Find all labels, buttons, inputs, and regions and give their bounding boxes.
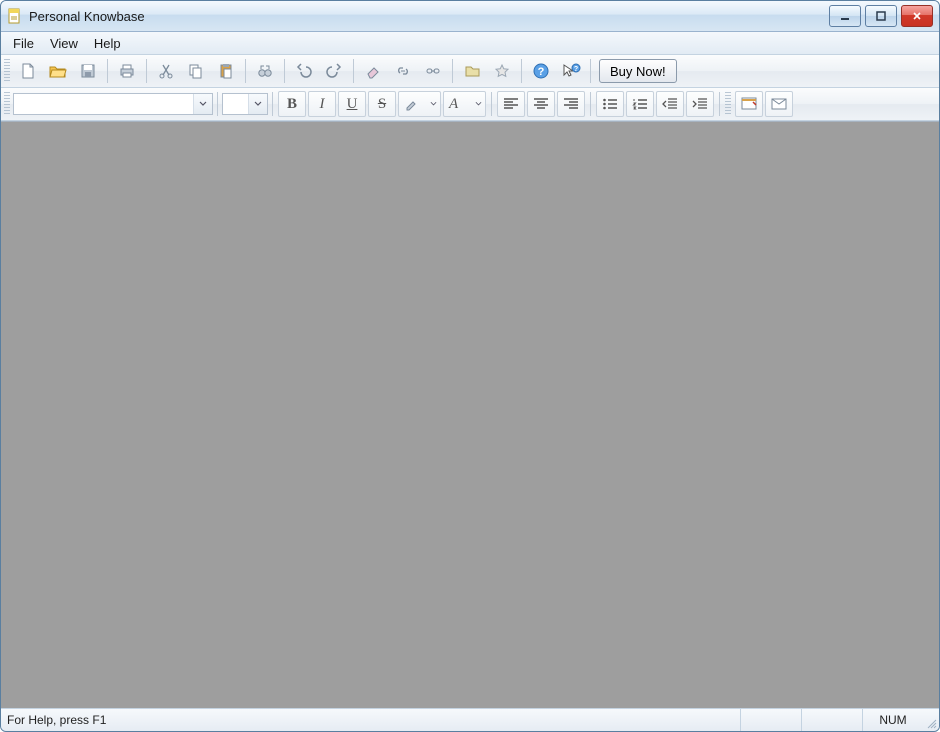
star-icon [493, 62, 511, 80]
numbers-icon [632, 97, 648, 111]
save-button[interactable] [74, 57, 102, 85]
svg-text:?: ? [538, 66, 545, 78]
image-icon [740, 96, 758, 112]
undo-button[interactable] [290, 57, 318, 85]
align-right-button[interactable] [557, 91, 585, 117]
svg-text:?: ? [574, 66, 578, 73]
underline-button[interactable]: U [338, 91, 366, 117]
font-color-icon: A [449, 96, 458, 113]
status-num: NUM [862, 709, 923, 731]
outdent-icon [662, 97, 678, 111]
cut-button[interactable] [152, 57, 180, 85]
bullets-icon [602, 97, 618, 111]
align-left-icon [503, 97, 519, 111]
main-toolbar: ? ? Buy Now! [1, 55, 939, 88]
maximize-button[interactable] [865, 5, 897, 27]
menu-view[interactable]: View [42, 32, 86, 54]
align-center-button[interactable] [527, 91, 555, 117]
context-help-button[interactable]: ? [557, 57, 585, 85]
insert-image-button[interactable] [735, 91, 763, 117]
help-button[interactable]: ? [527, 57, 555, 85]
strikethrough-button[interactable]: S [368, 91, 396, 117]
insert-object-button[interactable] [765, 91, 793, 117]
app-window: Personal Knowbase File View Help [0, 0, 940, 732]
paste-icon [217, 62, 235, 80]
menubar: File View Help [1, 32, 939, 55]
buy-now-button[interactable]: Buy Now! [599, 59, 677, 83]
undo-icon [295, 62, 313, 80]
strike-icon: S [378, 96, 386, 113]
titlebar: Personal Knowbase [1, 1, 939, 32]
cut-icon [157, 62, 175, 80]
outdent-button[interactable] [656, 91, 684, 117]
new-file-icon [19, 62, 37, 80]
envelope-icon [770, 96, 788, 112]
attach-button[interactable] [389, 57, 417, 85]
close-button[interactable] [901, 5, 933, 27]
number-list-button[interactable] [626, 91, 654, 117]
toolbar-grip[interactable] [725, 92, 731, 116]
italic-button[interactable]: I [308, 91, 336, 117]
chevron-down-icon [248, 94, 267, 114]
resize-grip[interactable] [923, 709, 939, 731]
find-button[interactable] [251, 57, 279, 85]
toolbar-grip[interactable] [4, 92, 10, 116]
format-toolbar: B I U S A [1, 88, 939, 121]
help-icon: ? [532, 62, 550, 80]
copy-icon [187, 62, 205, 80]
delete-button[interactable] [359, 57, 387, 85]
status-panel [801, 709, 862, 731]
minimize-button[interactable] [829, 5, 861, 27]
bold-icon: B [287, 96, 297, 113]
app-icon [7, 8, 23, 24]
binoculars-icon [256, 62, 274, 80]
chevron-down-icon [475, 96, 482, 113]
open-folder-icon [48, 62, 68, 80]
chevron-down-icon [193, 94, 212, 114]
redo-icon [325, 62, 343, 80]
highlighter-icon [404, 97, 418, 111]
redo-button[interactable] [320, 57, 348, 85]
indent-icon [692, 97, 708, 111]
menu-file[interactable]: File [5, 32, 42, 54]
bullet-list-button[interactable] [596, 91, 624, 117]
pointer-help-icon: ? [561, 62, 581, 80]
statusbar: For Help, press F1 NUM [1, 708, 939, 731]
hyperlink-button[interactable] [419, 57, 447, 85]
folder-button[interactable] [458, 57, 486, 85]
highlight-color-button[interactable] [398, 91, 441, 117]
indent-button[interactable] [686, 91, 714, 117]
open-button[interactable] [44, 57, 72, 85]
link-icon [394, 62, 412, 80]
paste-button[interactable] [212, 57, 240, 85]
chain-icon [424, 62, 442, 80]
align-left-button[interactable] [497, 91, 525, 117]
chevron-down-icon [430, 96, 437, 113]
align-right-icon [563, 97, 579, 111]
status-panel [740, 709, 801, 731]
copy-button[interactable] [182, 57, 210, 85]
font-size-combo[interactable] [222, 93, 268, 115]
save-icon [79, 62, 97, 80]
menu-help[interactable]: Help [86, 32, 129, 54]
bookmark-button[interactable] [488, 57, 516, 85]
print-button[interactable] [113, 57, 141, 85]
font-name-combo[interactable] [13, 93, 213, 115]
window-title: Personal Knowbase [29, 9, 145, 24]
status-help-text: For Help, press F1 [1, 713, 112, 727]
bold-button[interactable]: B [278, 91, 306, 117]
font-color-button[interactable]: A [443, 91, 486, 117]
folder-icon [463, 62, 481, 80]
new-button[interactable] [14, 57, 42, 85]
mdi-client-area [1, 121, 939, 708]
underline-icon: U [347, 96, 358, 113]
print-icon [118, 62, 136, 80]
toolbar-grip[interactable] [4, 59, 10, 83]
eraser-icon [364, 62, 382, 80]
italic-icon: I [320, 96, 325, 113]
align-center-icon [533, 97, 549, 111]
